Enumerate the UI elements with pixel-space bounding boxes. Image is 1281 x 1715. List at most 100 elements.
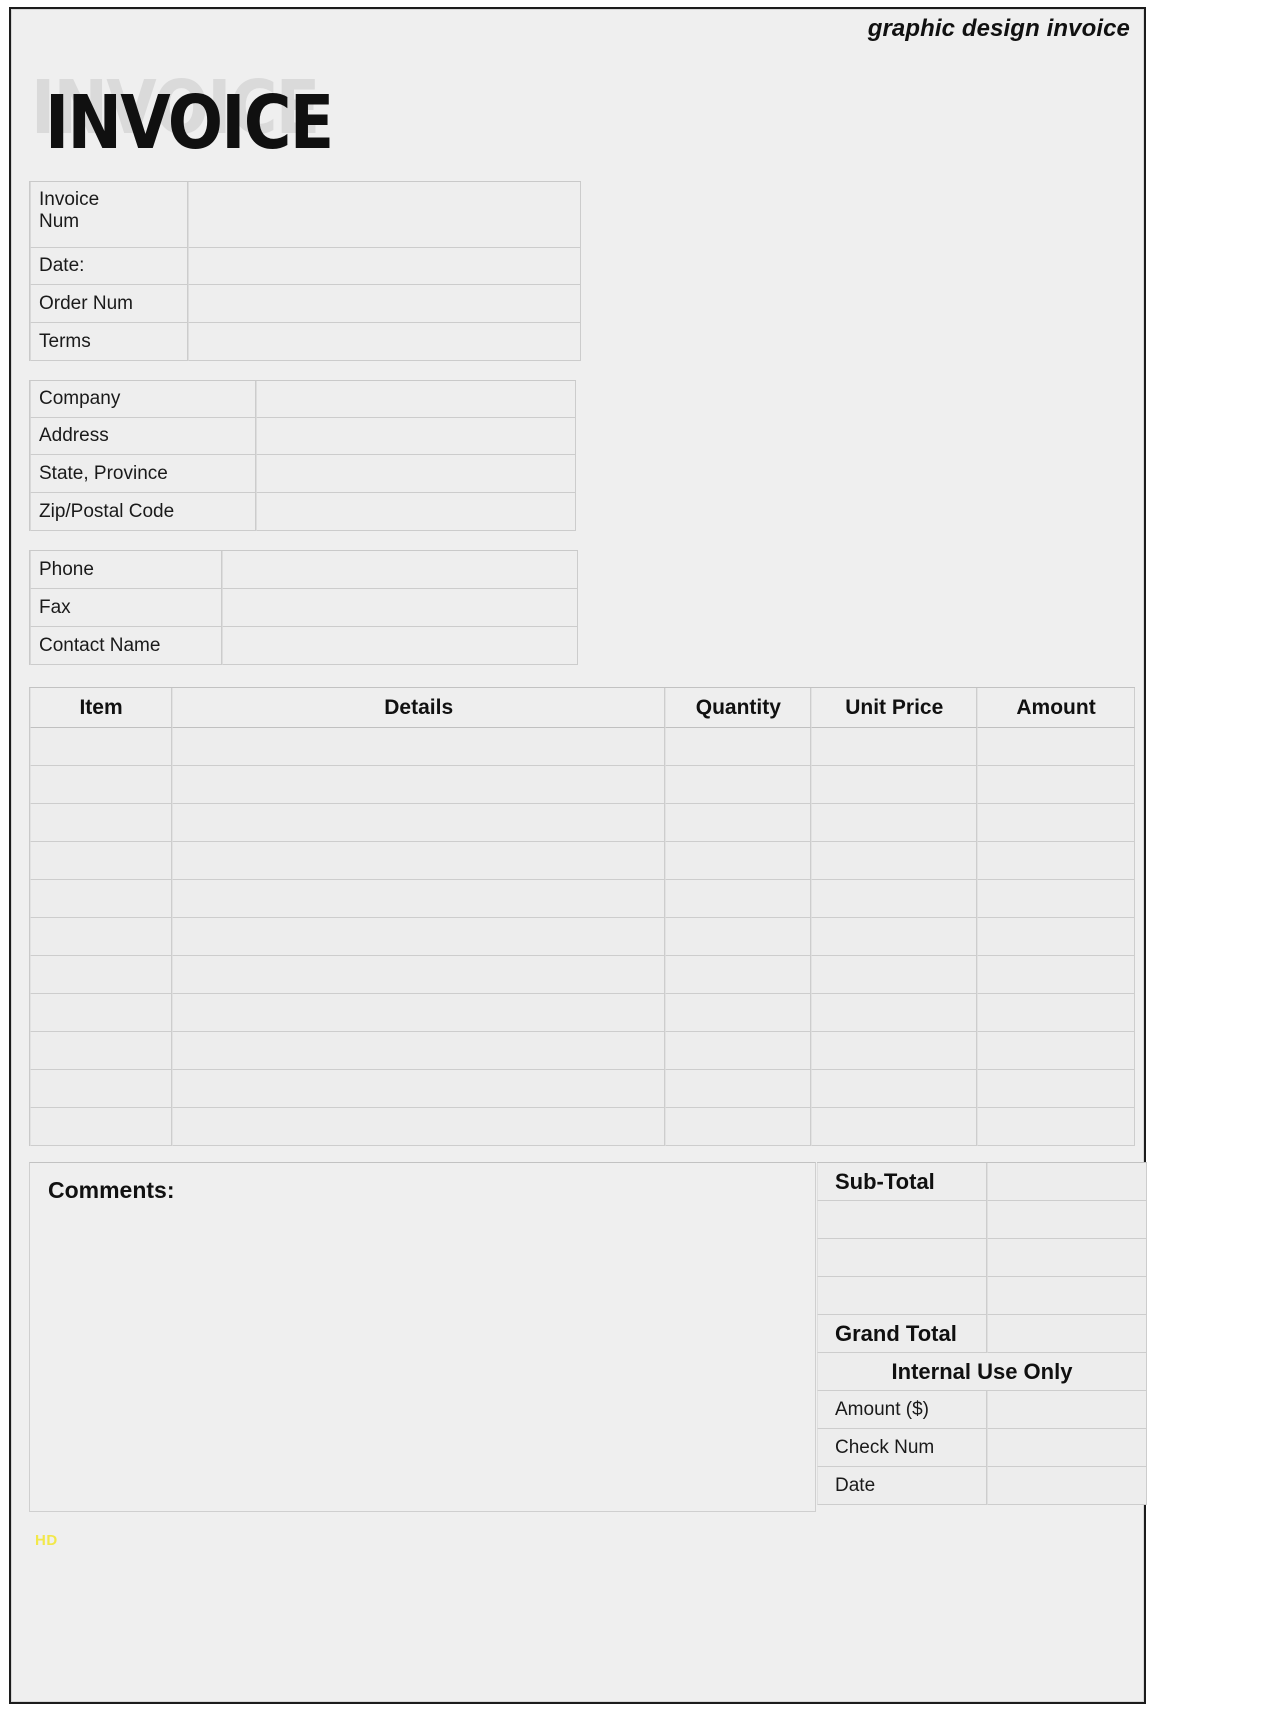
items-cell-qty[interactable] — [665, 1032, 812, 1070]
items-cell-qty[interactable] — [665, 918, 812, 956]
items-cell-item[interactable] — [30, 766, 173, 804]
table-row — [30, 956, 1135, 994]
totals-row: Grand Total — [817, 1315, 1147, 1353]
items-cell-item[interactable] — [30, 1032, 173, 1070]
items-cell-item[interactable] — [30, 918, 173, 956]
contact-info-input[interactable] — [222, 627, 578, 665]
totals-table: Sub-Total Grand Total Internal Use Only Amo… — [817, 1162, 1147, 1505]
items-cell-qty[interactable] — [665, 956, 812, 994]
contact-info-label: Contact Name — [30, 627, 222, 665]
items-cell-details[interactable] — [172, 880, 666, 918]
items-cell-item[interactable] — [30, 994, 173, 1032]
items-cell-qty[interactable] — [665, 766, 812, 804]
items-cell-qty[interactable] — [665, 1070, 812, 1108]
contact-info-label: Fax — [30, 589, 222, 627]
invoice-info-row: Terms — [30, 323, 581, 361]
contact-info-input[interactable] — [222, 589, 578, 627]
table-row — [30, 728, 1135, 766]
items-cell-amt[interactable] — [977, 956, 1135, 994]
totals-row: Sub-Total — [817, 1163, 1147, 1201]
totals-row — [817, 1239, 1147, 1277]
items-cell-amt[interactable] — [977, 842, 1135, 880]
comments-box[interactable]: Comments: — [29, 1162, 816, 1512]
items-cell-item[interactable] — [30, 728, 173, 766]
items-cell-unit[interactable] — [811, 1032, 978, 1070]
items-cell-item[interactable] — [30, 880, 173, 918]
totals-value-input[interactable] — [987, 1277, 1147, 1315]
items-cell-unit[interactable] — [811, 1108, 978, 1146]
items-cell-amt[interactable] — [977, 804, 1135, 842]
items-cell-amt[interactable] — [977, 766, 1135, 804]
contact-info-input[interactable] — [222, 551, 578, 589]
totals-row — [817, 1277, 1147, 1315]
items-table-header-item: Item — [30, 688, 173, 728]
items-cell-unit[interactable] — [811, 956, 978, 994]
items-cell-amt[interactable] — [977, 1070, 1135, 1108]
items-cell-details[interactable] — [172, 766, 666, 804]
items-cell-unit[interactable] — [811, 728, 978, 766]
company-info-input[interactable] — [256, 455, 576, 493]
invoice-info-input[interactable] — [188, 248, 581, 285]
items-cell-amt[interactable] — [977, 728, 1135, 766]
items-cell-unit[interactable] — [811, 766, 978, 804]
totals-value-input[interactable] — [987, 1315, 1147, 1353]
items-cell-details[interactable] — [172, 1070, 666, 1108]
items-cell-qty[interactable] — [665, 842, 812, 880]
items-cell-amt[interactable] — [977, 1108, 1135, 1146]
items-table-header-amount: Amount — [977, 688, 1135, 728]
items-cell-unit[interactable] — [811, 880, 978, 918]
items-cell-details[interactable] — [172, 728, 666, 766]
totals-value-input[interactable] — [987, 1163, 1147, 1201]
items-cell-details[interactable] — [172, 804, 666, 842]
items-cell-unit[interactable] — [811, 842, 978, 880]
company-info-input[interactable] — [256, 381, 576, 418]
items-cell-qty[interactable] — [665, 994, 812, 1032]
items-cell-amt[interactable] — [977, 880, 1135, 918]
internal-value-input[interactable] — [987, 1429, 1147, 1467]
items-cell-qty[interactable] — [665, 728, 812, 766]
items-cell-details[interactable] — [172, 956, 666, 994]
contact-info-block: Phone Fax Contact Name — [29, 550, 578, 665]
items-cell-unit[interactable] — [811, 918, 978, 956]
invoice-info-input[interactable] — [188, 182, 581, 248]
internal-value-input[interactable] — [987, 1391, 1147, 1429]
invoice-info-label: Order Num — [30, 285, 188, 323]
internal-value-input[interactable] — [987, 1467, 1147, 1505]
items-table-header-row: Item Details Quantity Unit Price Amount — [30, 688, 1135, 728]
items-cell-details[interactable] — [172, 1108, 666, 1146]
items-cell-qty[interactable] — [665, 1108, 812, 1146]
items-cell-details[interactable] — [172, 918, 666, 956]
company-info-input[interactable] — [256, 418, 576, 455]
internal-label-date: Date — [817, 1467, 987, 1505]
items-cell-unit[interactable] — [811, 994, 978, 1032]
items-cell-qty[interactable] — [665, 880, 812, 918]
items-cell-item[interactable] — [30, 1070, 173, 1108]
company-info-row: Zip/Postal Code — [30, 493, 576, 531]
items-cell-qty[interactable] — [665, 804, 812, 842]
totals-value-input[interactable] — [987, 1201, 1147, 1239]
totals-value-input[interactable] — [987, 1239, 1147, 1277]
items-cell-item[interactable] — [30, 956, 173, 994]
items-cell-amt[interactable] — [977, 1032, 1135, 1070]
invoice-info-row: Date: — [30, 248, 581, 285]
totals-label-blank — [817, 1277, 987, 1315]
company-info-input[interactable] — [256, 493, 576, 531]
items-cell-details[interactable] — [172, 994, 666, 1032]
items-cell-amt[interactable] — [977, 994, 1135, 1032]
invoice-info-input[interactable] — [188, 323, 581, 361]
invoice-info-input[interactable] — [188, 285, 581, 323]
items-cell-item[interactable] — [30, 804, 173, 842]
items-cell-details[interactable] — [172, 842, 666, 880]
internal-label-amount: Amount ($) — [817, 1391, 987, 1429]
items-cell-unit[interactable] — [811, 1070, 978, 1108]
company-info-label: Zip/Postal Code — [30, 493, 256, 531]
items-cell-item[interactable] — [30, 1108, 173, 1146]
invoice-info-label: Date: — [30, 248, 188, 285]
items-cell-details[interactable] — [172, 1032, 666, 1070]
invoice-info-block: Invoice Num Date: Order Num Terms — [29, 181, 581, 361]
items-cell-item[interactable] — [30, 842, 173, 880]
items-cell-amt[interactable] — [977, 918, 1135, 956]
table-row — [30, 880, 1135, 918]
items-cell-unit[interactable] — [811, 804, 978, 842]
table-row — [30, 804, 1135, 842]
